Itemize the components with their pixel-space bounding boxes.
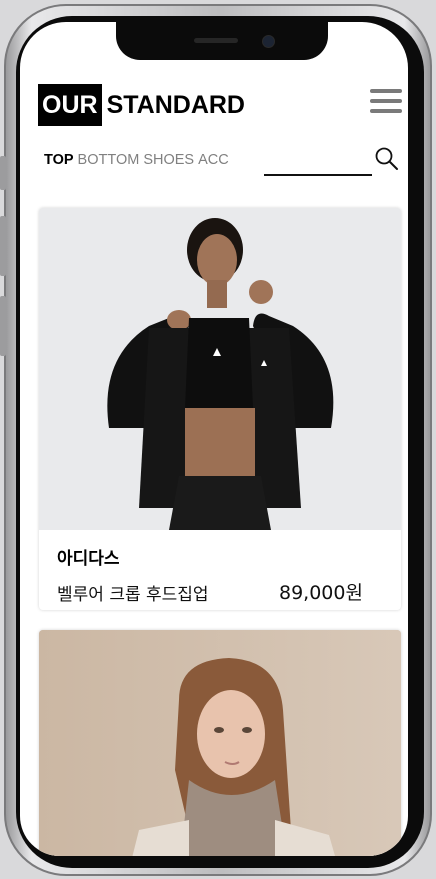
- logo-highlight: OUR: [38, 84, 102, 126]
- hamburger-menu-icon[interactable]: [370, 89, 402, 115]
- category-nav: TOP BOTTOM SHOES ACC: [44, 148, 233, 172]
- product-brand: 아디다스: [57, 549, 120, 569]
- search-input[interactable]: [264, 148, 372, 176]
- product-photo[interactable]: [39, 208, 401, 530]
- phone-notch: [116, 22, 328, 60]
- phone-screen: OUR STANDARD TOP BOTTOM SHOES ACC 아디다스 벨…: [20, 22, 408, 856]
- product-name: 벨루어 크롭 후드집업: [57, 585, 209, 605]
- product-card[interactable]: 아디다스 벨루어 크롭 후드집업 89,000원: [39, 208, 401, 610]
- app-header: OUR STANDARD: [20, 80, 408, 130]
- tab-acc[interactable]: ACC: [198, 152, 229, 168]
- speaker-grill: [194, 38, 238, 43]
- tab-shoes[interactable]: SHOES: [143, 152, 194, 168]
- product-price: 89,000원: [279, 582, 363, 604]
- tab-bottom[interactable]: BOTTOM: [78, 152, 140, 168]
- tab-top[interactable]: TOP: [44, 152, 74, 168]
- logo-text: STANDARD: [106, 90, 245, 119]
- product-photo[interactable]: [39, 630, 401, 856]
- volume-up-button: [0, 216, 6, 276]
- product-card[interactable]: [39, 630, 401, 856]
- volume-down-button: [0, 296, 6, 356]
- front-camera: [262, 35, 275, 48]
- logo[interactable]: OUR STANDARD: [38, 84, 245, 126]
- search-icon[interactable]: [374, 146, 400, 172]
- mute-switch: [0, 156, 6, 190]
